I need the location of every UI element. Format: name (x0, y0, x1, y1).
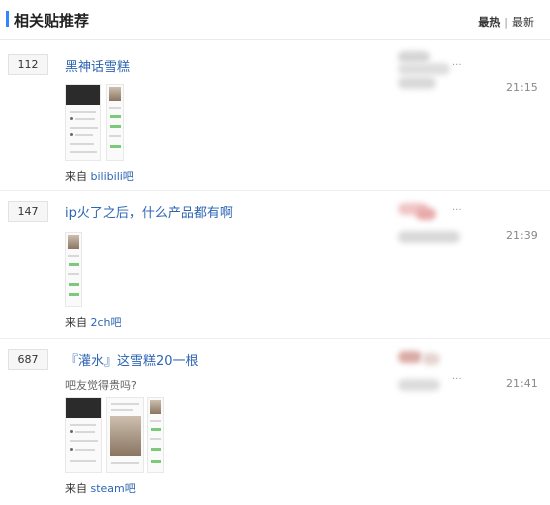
author-ellipsis: ... (452, 202, 462, 213)
section-header: 相关贴推荐 最热 | 最新 (0, 0, 550, 40)
author-name-blurred (398, 63, 450, 75)
reply-count-badge: 112 (8, 54, 48, 75)
post-title-link[interactable]: 『灌水』这雪糕20一根 (65, 350, 199, 369)
post-source: 来自 bilibili吧 (65, 168, 134, 184)
header-accent-bar (6, 11, 9, 27)
author-name-blurred (422, 353, 440, 365)
source-prefix: 来自 (65, 482, 87, 495)
avatar (398, 51, 430, 63)
last-reply-name-blurred (398, 379, 440, 391)
post-thumbnail[interactable] (106, 397, 144, 473)
source-prefix: 来自 (65, 316, 87, 329)
post-time: 21:41 (506, 377, 538, 390)
post-title-link[interactable]: ip火了之后，什么产品都有啊 (65, 202, 233, 221)
forum-link[interactable]: bilibili吧 (91, 170, 134, 183)
last-reply-name-blurred (398, 231, 460, 243)
tab-hot[interactable]: 最热 (478, 16, 500, 29)
post-thumbnail[interactable] (65, 232, 82, 307)
avatar-accent (416, 208, 436, 220)
post-thumbnail[interactable] (65, 84, 101, 161)
reply-count-badge: 147 (8, 201, 48, 222)
forum-link[interactable]: 2ch吧 (91, 316, 122, 329)
post-item: 112 黑神话雪糕 来自 bilibili吧 ... 21:15 (0, 41, 550, 191)
tab-separator: | (504, 16, 508, 29)
post-item: 687 『灌水』这雪糕20一根 吧友觉得贵吗? 来自 steam吧 ... 21… (0, 339, 550, 505)
post-thumbnail[interactable] (65, 397, 102, 473)
post-time: 21:15 (506, 81, 538, 94)
post-title-link[interactable]: 黑神话雪糕 (65, 56, 130, 75)
forum-link[interactable]: steam吧 (91, 482, 136, 495)
section-title: 相关贴推荐 (14, 12, 90, 30)
last-reply-avatar (398, 77, 436, 89)
post-time: 21:39 (506, 229, 538, 242)
post-thumbnail[interactable] (147, 397, 164, 473)
post-abstract: 吧友觉得贵吗? (65, 379, 137, 392)
post-thumbnail[interactable] (106, 84, 124, 161)
tab-latest[interactable]: 最新 (512, 16, 534, 29)
source-prefix: 来自 (65, 170, 87, 183)
post-item: 147 ip火了之后，什么产品都有啊 来自 2ch吧 ... 21:39 (0, 191, 550, 339)
author-ellipsis: ... (452, 371, 462, 382)
sort-tabs: 最热 | 最新 (478, 14, 534, 30)
avatar (398, 351, 422, 363)
post-source: 来自 2ch吧 (65, 314, 122, 330)
reply-count-badge: 687 (8, 349, 48, 370)
author-ellipsis: ... (452, 57, 462, 68)
post-source: 来自 steam吧 (65, 480, 136, 496)
